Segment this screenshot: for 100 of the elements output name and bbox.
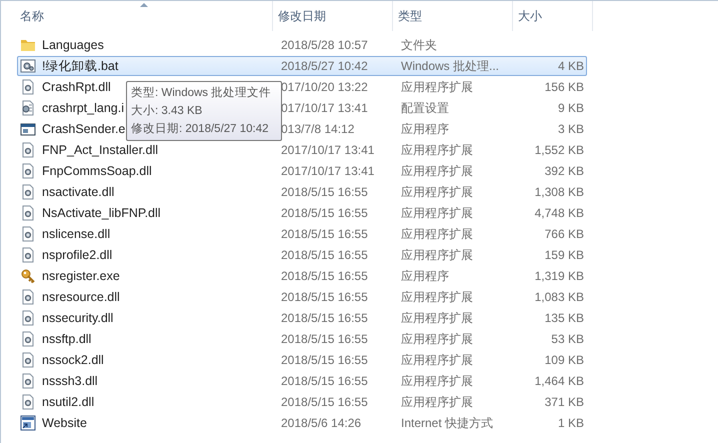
file-type: 应用程序扩展 <box>401 394 473 410</box>
file-size: 1 KB <box>558 416 584 430</box>
file-name: nslicense.dll <box>42 227 110 241</box>
file-name: FNP_Act_Installer.dll <box>42 143 158 157</box>
file-type: 配置设置 <box>401 100 449 116</box>
tooltip-line: 类型: Windows 批处理文件 <box>131 86 272 101</box>
file-name: crashrpt_lang.i <box>42 101 124 115</box>
gear-document-icon <box>20 58 36 74</box>
modified-date: 017/10/20 13:22 <box>281 80 368 94</box>
sort-arrow-icon <box>140 3 148 7</box>
file-type: 应用程序扩展 <box>401 142 473 158</box>
modified-date: 2018/5/28 10:57 <box>281 38 368 52</box>
modified-date: 2018/5/15 16:55 <box>281 290 368 304</box>
file-size: 392 KB <box>544 164 584 178</box>
modified-date: 2018/5/15 16:55 <box>281 269 368 283</box>
file-size: 135 KB <box>544 311 584 325</box>
gear-document-icon <box>20 163 36 179</box>
file-name: CrashRpt.dll <box>42 80 111 94</box>
window-icon <box>20 121 36 137</box>
modified-date: 017/10/17 13:41 <box>281 101 368 115</box>
file-size: 1,464 KB <box>534 374 584 388</box>
file-name: nsresource.dll <box>42 290 120 304</box>
column-header[interactable]: 类型 <box>393 1 513 31</box>
file-name: CrashSender.e <box>42 122 126 136</box>
column-header[interactable]: 大小 <box>513 1 593 31</box>
file-size: 1,308 KB <box>534 185 584 199</box>
file-size: 109 KB <box>544 353 584 367</box>
gear-document-icon <box>20 184 36 200</box>
file-type: 文件夹 <box>401 36 437 54</box>
tooltip-line: 大小: 3.43 KB <box>131 104 204 119</box>
modified-date: 2018/5/15 16:55 <box>281 395 368 409</box>
file-name: nssock2.dll <box>42 353 104 367</box>
modified-date: 2018/5/15 16:55 <box>281 332 368 346</box>
gear-document-icon <box>20 205 36 221</box>
file-size: 371 KB <box>544 395 584 409</box>
modified-date: 2018/5/15 16:55 <box>281 185 368 199</box>
column-header[interactable]: 名称 <box>15 1 273 31</box>
modified-date: 2018/5/15 16:55 <box>281 353 368 367</box>
file-size: 3 KB <box>558 122 584 136</box>
gear-document-icon <box>20 226 36 242</box>
file-type: 应用程序扩展 <box>401 204 473 222</box>
gear-document-icon <box>20 394 36 410</box>
file-type: 应用程序扩展 <box>401 352 473 368</box>
file-name: !绿化卸载.bat <box>42 58 118 74</box>
file-name: nsregister.exe <box>42 269 120 283</box>
gear-document-icon <box>20 79 36 95</box>
file-size: 159 KB <box>544 248 584 262</box>
key-icon <box>20 268 36 284</box>
file-name: nssftp.dll <box>42 332 92 346</box>
modified-date: 013/7/8 14:12 <box>281 122 354 136</box>
gear-document-icon <box>20 289 36 305</box>
file-type: 应用程序 <box>401 120 449 138</box>
file-type: 应用程序扩展 <box>401 184 473 200</box>
gear-document-icon <box>20 100 36 116</box>
file-size: 1,319 KB <box>534 269 584 283</box>
modified-date: 2017/10/17 13:41 <box>281 143 374 157</box>
modified-date: 2017/10/17 13:41 <box>281 164 374 178</box>
file-size: 1,083 KB <box>534 290 584 304</box>
file-type: 应用程序扩展 <box>401 310 473 326</box>
folder-icon <box>20 37 36 53</box>
gear-document-icon <box>20 142 36 158</box>
gear-document-icon <box>20 247 36 263</box>
file-size: 4,748 KB <box>534 206 584 220</box>
modified-date: 2018/5/15 16:55 <box>281 206 368 220</box>
file-name: nsutil2.dll <box>42 395 94 409</box>
gear-document-icon <box>20 331 36 347</box>
file-name: Website <box>42 416 87 430</box>
selected-row[interactable]: !绿化卸载.bat 2018/5/27 10:42 Windows 批处理... 4 KB <box>17 56 587 76</box>
shortcut-icon <box>20 415 36 431</box>
file-size: 53 KB <box>551 332 584 346</box>
file-size: 1,552 KB <box>534 143 584 157</box>
file-type: 应用程序扩展 <box>401 288 473 306</box>
tooltip-line: 修改日期: 2018/5/27 10:42 <box>131 122 270 137</box>
file-name: nssecurity.dll <box>42 311 114 325</box>
file-name: nsactivate.dll <box>42 185 114 199</box>
file-name: nsprofile2.dll <box>42 248 112 262</box>
file-type: 应用程序扩展 <box>401 226 473 242</box>
modified-date: 2018/5/15 16:55 <box>281 374 368 388</box>
file-type: 应用程序扩展 <box>401 330 473 348</box>
file-size: 156 KB <box>544 80 584 94</box>
modified-date: 2018/5/15 16:55 <box>281 311 368 325</box>
file-type: Internet 快捷方式 <box>401 414 494 432</box>
file-name: FnpCommsSoap.dll <box>42 164 152 178</box>
file-type: 应用程序扩展 <box>401 78 473 96</box>
file-size: 9 KB <box>558 101 584 115</box>
file-name: NsActivate_libFNP.dll <box>42 206 161 220</box>
modified-date: 2018/5/15 16:55 <box>281 227 368 241</box>
gear-document-icon <box>20 373 36 389</box>
file-size: 766 KB <box>544 227 584 241</box>
file-name: nsssh3.dll <box>42 374 98 388</box>
file-type: 应用程序 <box>401 268 449 284</box>
file-name: Languages <box>42 38 104 52</box>
file-size: 4 KB <box>558 59 584 73</box>
modified-date: 2018/5/15 16:55 <box>281 248 368 262</box>
gear-document-icon <box>20 310 36 326</box>
file-type: Windows 批处理... <box>401 58 500 74</box>
file-type: 应用程序扩展 <box>401 162 473 180</box>
modified-date: 2018/5/6 14:26 <box>281 416 362 430</box>
file-type: 应用程序扩展 <box>401 372 473 390</box>
column-header[interactable]: 修改日期 <box>273 1 393 31</box>
